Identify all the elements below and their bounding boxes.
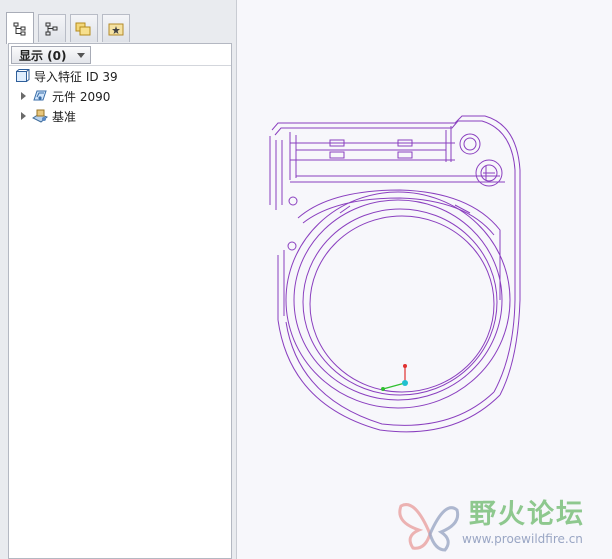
graphics-viewport[interactable]: 野火论坛 www.proewildfire.cn [237, 0, 612, 559]
favorites-icon [108, 23, 124, 35]
tree-item-label: 元件 2090 [52, 89, 111, 104]
watermark: 野火论坛 www.proewildfire.cn [395, 488, 612, 559]
import-feature-icon [16, 69, 30, 82]
tab-layer-tree[interactable] [38, 14, 66, 42]
tab-model-tree[interactable] [6, 12, 34, 44]
tree-item-label: 基准 [52, 109, 77, 124]
datum-icon [32, 109, 48, 123]
layer-tree-icon [45, 22, 58, 35]
expand-arrow-icon[interactable] [21, 112, 26, 120]
tree-item-import-feature[interactable]: 导入特征 ID 39 [14, 67, 118, 85]
tree-item-datum[interactable]: 基准 [21, 107, 76, 125]
wireframe-model [269, 115, 521, 433]
chevron-down-icon [77, 53, 85, 58]
tree-divider [9, 65, 231, 66]
tab-favorites[interactable] [102, 14, 130, 42]
model-tree-icon [13, 22, 26, 35]
navigator-panel: 显示 (0) 导入特征 ID 39 元件 2090 基准 [0, 0, 237, 559]
show-dropdown-label: 显示 (0) [19, 48, 67, 63]
expand-arrow-icon[interactable] [21, 92, 26, 100]
app-window: 显示 (0) 导入特征 ID 39 元件 2090 基准 野火论坛 www.pr… [0, 0, 612, 559]
tree-item-component[interactable]: 元件 2090 [21, 87, 110, 105]
tree-item-label: 导入特征 ID 39 [34, 69, 118, 84]
component-icon [33, 90, 47, 101]
butterfly-logo-icon [398, 503, 460, 552]
tab-folder-browser[interactable] [70, 14, 98, 42]
watermark-title: 野火论坛 [469, 499, 585, 530]
watermark-url: www.proewildfire.cn [462, 532, 583, 546]
show-dropdown[interactable]: 显示 (0) [11, 46, 91, 64]
folder-browser-icon [75, 22, 91, 35]
model-tree: 显示 (0) 导入特征 ID 39 元件 2090 基准 [8, 43, 232, 559]
navigator-tabbar [6, 12, 232, 44]
